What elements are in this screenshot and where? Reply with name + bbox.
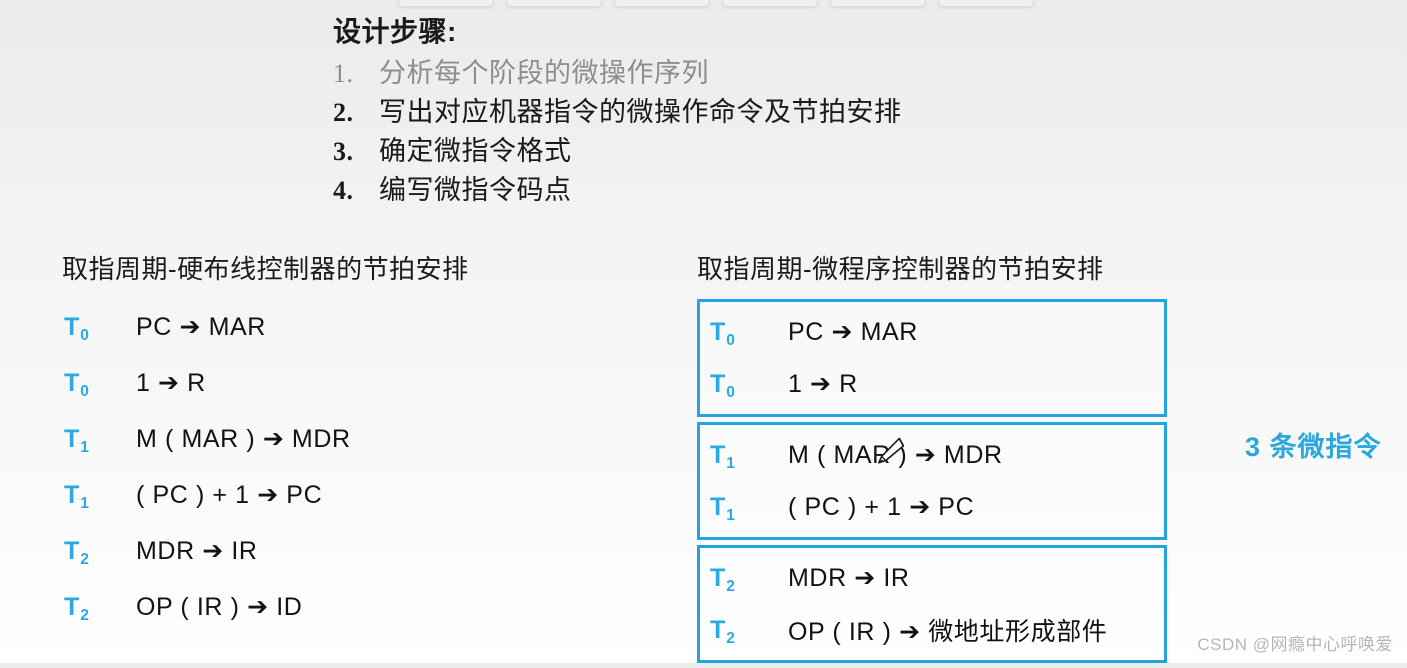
timing-label: T1 xyxy=(64,480,89,512)
design-step-label: 确定微指令格式 xyxy=(379,136,572,166)
toolbar-button-5[interactable] xyxy=(830,0,926,7)
toolbar-button-3[interactable] xyxy=(614,0,710,7)
micro-operation-text: M ( MAR ) ➔ MDR xyxy=(136,425,351,453)
hardwired-column-heading: 取指周期-硬布线控制器的节拍安排 xyxy=(62,254,469,284)
hardwired-op-row: T1 ( PC ) + 1 ➔ PC xyxy=(62,467,672,523)
toolbar-button-2[interactable] xyxy=(506,0,602,7)
microprogram-op-row: T2 MDR ➔ IR xyxy=(708,552,1164,604)
timing-label: T0 xyxy=(64,312,89,344)
micro-operation-text: 1 ➔ R xyxy=(788,370,858,398)
design-steps-title: 设计步骤: xyxy=(333,16,457,47)
design-step-item-1: 1. 分析每个阶段的微操作序列 xyxy=(333,54,1053,93)
timing-label: T0 xyxy=(710,369,735,401)
hardwired-op-row: T2 OP ( IR ) ➔ ID xyxy=(62,579,672,635)
csdn-watermark: CSDN @网瘾中心呼唤爱 xyxy=(1197,635,1393,654)
micro-operation-text: PC ➔ MAR xyxy=(788,318,918,346)
design-step-label: 分析每个阶段的微操作序列 xyxy=(379,58,709,88)
design-step-item-4: 4. 编写微指令码点 xyxy=(333,171,1053,210)
design-step-item-3: 3. 确定微指令格式 xyxy=(333,132,1053,171)
toolbar-button-1[interactable] xyxy=(398,0,494,7)
toolbar-button-6[interactable] xyxy=(938,0,1034,7)
design-step-label: 编写微指令码点 xyxy=(379,175,572,205)
design-step-number: 2. xyxy=(333,98,354,127)
timing-label: T2 xyxy=(710,563,735,595)
slide-canvas: 设计步骤: 1. 分析每个阶段的微操作序列 2. 写出对应机器指令的微操作命令及… xyxy=(0,0,1407,663)
microprogram-op-row: T1 M ( MAR ) ➔ MDR xyxy=(708,429,1164,481)
micro-operation-text: MDR ➔ IR xyxy=(788,564,910,592)
microprogram-op-row: T0 PC ➔ MAR xyxy=(708,306,1164,358)
microinstruction-box-3: T2 MDR ➔ IR T2 OP ( IR ) ➔ 微地址形成部件 xyxy=(697,545,1167,663)
toolbar-button-4[interactable] xyxy=(722,0,818,7)
micro-operation-text: 1 ➔ R xyxy=(136,369,206,397)
micro-operation-text: ( PC ) + 1 ➔ PC xyxy=(136,481,323,509)
hardwired-op-row: T1 M ( MAR ) ➔ MDR xyxy=(62,411,672,467)
design-steps-block: 设计步骤: 1. 分析每个阶段的微操作序列 2. 写出对应机器指令的微操作命令及… xyxy=(333,18,1053,210)
timing-label: T2 xyxy=(64,592,89,624)
design-step-number: 4. xyxy=(333,176,354,205)
microprogram-controller-column: 取指周期-微程序控制器的节拍安排 T0 PC ➔ MAR T0 1 ➔ R T1… xyxy=(697,252,1167,668)
timing-label: T1 xyxy=(710,440,735,472)
hardwired-controller-column: 取指周期-硬布线控制器的节拍安排 T0 PC ➔ MAR T0 1 ➔ R T1… xyxy=(62,252,672,635)
microprogram-column-heading: 取指周期-微程序控制器的节拍安排 xyxy=(697,254,1104,284)
micro-operation-text: ( PC ) + 1 ➔ PC xyxy=(788,493,975,521)
hardwired-op-row: T0 PC ➔ MAR xyxy=(62,299,672,355)
timing-label: T0 xyxy=(710,317,735,349)
microprogram-op-row: T1 ( PC ) + 1 ➔ PC xyxy=(708,481,1164,533)
microinstruction-box-2: T1 M ( MAR ) ➔ MDR T1 ( PC ) + 1 ➔ PC xyxy=(697,422,1167,540)
design-step-label: 写出对应机器指令的微操作命令及节拍安排 xyxy=(379,97,902,127)
microprogram-op-row: T2 OP ( IR ) ➔ 微地址形成部件 xyxy=(708,604,1164,656)
design-step-item-2: 2. 写出对应机器指令的微操作命令及节拍安排 xyxy=(333,93,1053,132)
microinstruction-count-annotation: 3 条微指令 xyxy=(1245,432,1382,462)
microprogram-op-row: T0 1 ➔ R xyxy=(708,358,1164,410)
micro-operation-text: OP ( IR ) ➔ 微地址形成部件 xyxy=(788,618,1108,646)
micro-operation-text: OP ( IR ) ➔ ID xyxy=(136,593,303,621)
timing-label: T1 xyxy=(64,424,89,456)
microinstruction-box-1: T0 PC ➔ MAR T0 1 ➔ R xyxy=(697,299,1167,417)
timing-label: T2 xyxy=(710,615,735,647)
micro-operation-text: MDR ➔ IR xyxy=(136,537,258,565)
timing-label: T1 xyxy=(710,492,735,524)
hardwired-op-row: T2 MDR ➔ IR xyxy=(62,523,672,579)
timing-label: T2 xyxy=(64,536,89,568)
design-step-number: 1. xyxy=(333,59,354,88)
micro-operation-text: PC ➔ MAR xyxy=(136,313,266,341)
micro-operation-text: M ( MAR ) ➔ MDR xyxy=(788,441,1003,469)
design-step-number: 3. xyxy=(333,137,354,166)
toolbar-strip xyxy=(0,0,1407,7)
hardwired-op-row: T0 1 ➔ R xyxy=(62,355,672,411)
timing-label: T0 xyxy=(64,368,89,400)
